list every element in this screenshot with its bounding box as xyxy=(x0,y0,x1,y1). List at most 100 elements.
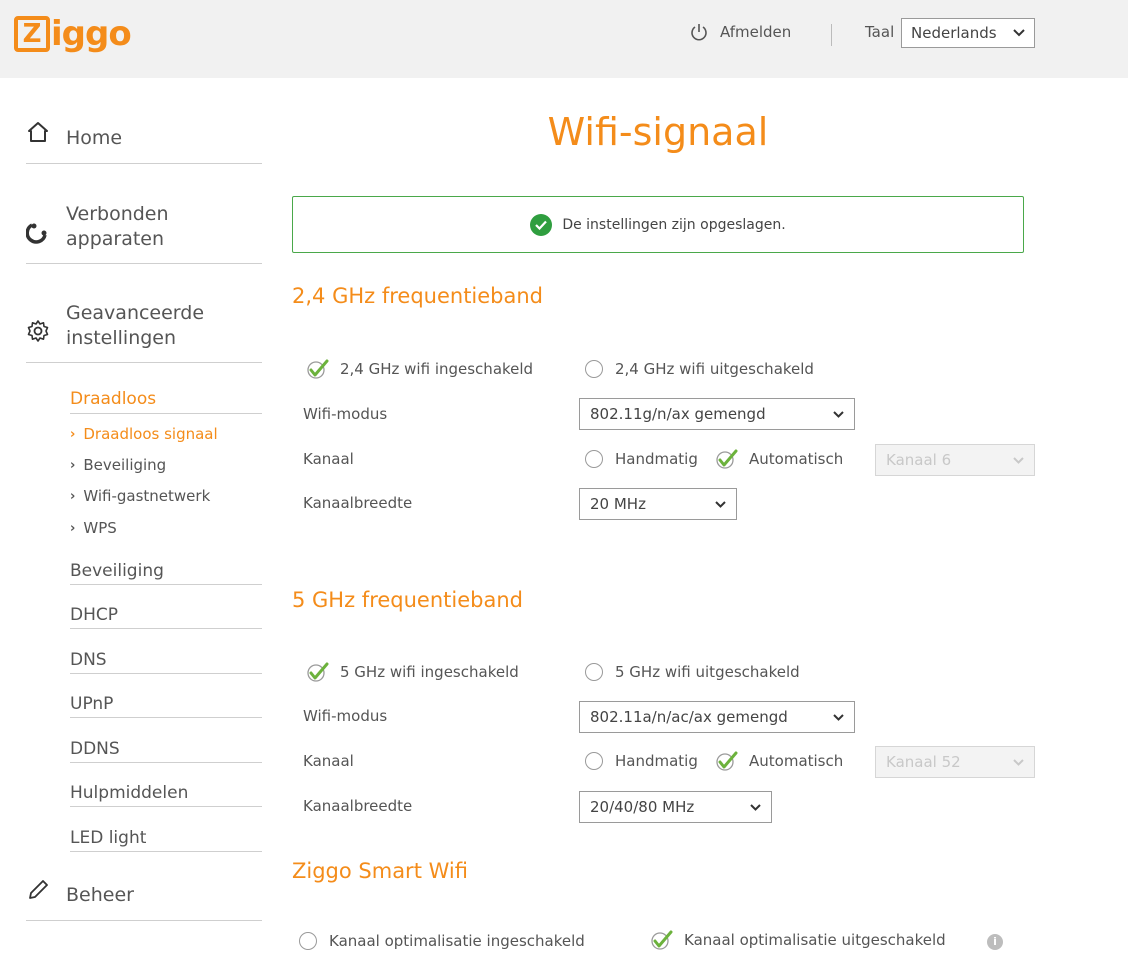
radio-circle xyxy=(585,360,603,378)
radio-channel-auto-24ghz[interactable]: Automatisch xyxy=(715,449,843,469)
page-title: Wifi-signaal xyxy=(547,110,769,154)
devices-icon xyxy=(26,223,47,244)
label-channel-width: Kanaalbreedte xyxy=(303,494,413,512)
notice-text: De instellingen zijn opgeslagen. xyxy=(562,216,786,233)
logo-mark: Z xyxy=(14,16,50,52)
label-channel-width: Kanaalbreedte xyxy=(303,797,413,815)
sidebar-item-dhcp[interactable]: DHCP xyxy=(70,605,262,629)
radio-5ghz-disabled[interactable]: 5 GHz wifi uitgeschakeld xyxy=(585,663,800,681)
sidebar-item-home[interactable]: Home xyxy=(26,118,262,164)
sidebar-item-devices[interactable]: Verbonden apparaten xyxy=(26,198,262,264)
checkmark-icon xyxy=(307,359,329,379)
chevron-right-icon: › xyxy=(70,488,76,504)
sidebar-item-label: Geavanceerde xyxy=(66,302,205,324)
chevron-down-icon xyxy=(833,410,844,418)
check-circle-icon xyxy=(530,213,553,236)
sidebar-item-label: Draadloos signaal xyxy=(83,425,218,443)
select-value: 20 MHz xyxy=(590,495,646,513)
sidebar-item-label: Verbonden xyxy=(66,203,169,225)
section-title-24ghz: 2,4 GHz frequentieband xyxy=(292,284,544,308)
sidebar-item-dns[interactable]: DNS xyxy=(70,650,262,674)
radio-5ghz-enabled[interactable]: 5 GHz wifi ingeschakeld xyxy=(306,662,519,682)
radio-24ghz-disabled[interactable]: 2,4 GHz wifi uitgeschakeld xyxy=(585,360,814,378)
radio-optimization-disabled[interactable]: Kanaal optimalisatie uitgeschakeld xyxy=(650,930,946,950)
radio-24ghz-enabled[interactable]: 2,4 GHz wifi ingeschakeld xyxy=(306,359,533,379)
chevron-down-icon xyxy=(1013,758,1024,766)
section-title-5ghz: 5 GHz frequentieband xyxy=(292,588,523,612)
sidebar-item-management[interactable]: Beheer xyxy=(26,875,262,921)
sidebar-item-wireless-security[interactable]: › Beveiliging xyxy=(70,456,166,474)
sidebar-item-ddns[interactable]: DDNS xyxy=(70,739,262,763)
radio-label: Automatisch xyxy=(749,752,844,770)
language-value: Nederlands xyxy=(911,24,997,42)
checkmark-icon xyxy=(716,751,738,771)
radio-label: 5 GHz wifi ingeschakeld xyxy=(340,663,519,681)
radio-label: Kanaal optimalisatie ingeschakeld xyxy=(329,932,585,950)
sidebar-item-wireless[interactable]: Draadloos xyxy=(70,389,262,414)
sidebar-item-led-light[interactable]: LED light xyxy=(70,828,262,852)
success-notice: De instellingen zijn opgeslagen. xyxy=(292,196,1024,253)
home-icon xyxy=(28,122,48,142)
radio-label: 2,4 GHz wifi uitgeschakeld xyxy=(615,360,814,378)
sidebar-item-label: Wifi-gastnetwerk xyxy=(83,487,211,505)
sidebar-item-wireless-signal[interactable]: › Draadloos signaal xyxy=(70,425,218,443)
radio-label: 5 GHz wifi uitgeschakeld xyxy=(615,663,800,681)
checkmark-icon xyxy=(651,930,673,950)
logout-button[interactable]: Afmelden xyxy=(690,22,791,42)
select-value: 20/40/80 MHz xyxy=(590,798,695,816)
checkmark-icon xyxy=(716,449,738,469)
section-title-smart-wifi: Ziggo Smart Wifi xyxy=(292,859,468,883)
select-value: 802.11a/n/ac/ax gemengd xyxy=(590,708,788,726)
sidebar-item-label: instellingen xyxy=(66,327,177,349)
chevron-down-icon xyxy=(750,803,761,811)
radio-channel-auto-5ghz[interactable]: Automatisch xyxy=(715,751,843,771)
label-wifi-mode: Wifi-modus xyxy=(303,405,388,423)
sidebar-item-tools[interactable]: Hulpmiddelen xyxy=(70,783,262,807)
chevron-down-icon xyxy=(1013,29,1025,37)
radio-channel-manual-24ghz[interactable]: Handmatig xyxy=(585,450,698,468)
logo-text: iggo xyxy=(51,14,132,54)
chevron-down-icon xyxy=(715,500,726,508)
chevron-down-icon xyxy=(833,713,844,721)
ziggo-logo[interactable]: Z iggo xyxy=(14,14,132,54)
sidebar-item-security[interactable]: Beveiliging xyxy=(70,561,262,585)
top-bar: Z iggo Afmelden Taal Nederlands xyxy=(0,0,1128,78)
sidebar-item-label: Home xyxy=(66,127,123,149)
sidebar-item-label: Beheer xyxy=(66,884,134,906)
divider xyxy=(831,24,832,46)
select-wifi-mode-24ghz[interactable]: 802.11g/n/ax gemengd xyxy=(579,398,855,430)
select-channel-width-5ghz[interactable]: 20/40/80 MHz xyxy=(579,791,772,823)
info-icon[interactable]: i xyxy=(987,934,1003,950)
radio-label: Handmatig xyxy=(615,752,698,770)
radio-channel-manual-5ghz[interactable]: Handmatig xyxy=(585,752,698,770)
chevron-down-icon xyxy=(1013,456,1024,464)
sidebar-item-guest-network[interactable]: › Wifi-gastnetwerk xyxy=(70,487,210,505)
label-channel: Kanaal xyxy=(303,450,354,468)
label-wifi-mode: Wifi-modus xyxy=(303,707,388,725)
sidebar-item-wps[interactable]: › WPS xyxy=(70,519,117,537)
sidebar-item-advanced[interactable]: Geavanceerde instellingen xyxy=(26,298,262,363)
sidebar-item-label: WPS xyxy=(83,519,117,537)
radio-label: Automatisch xyxy=(749,450,844,468)
pencil-icon xyxy=(29,880,48,899)
radio-circle xyxy=(585,450,603,468)
sidebar-item-label: Beveiliging xyxy=(83,456,167,474)
label-channel: Kanaal xyxy=(303,752,354,770)
logout-label: Afmelden xyxy=(720,23,792,41)
power-icon xyxy=(691,24,707,41)
select-wifi-mode-5ghz[interactable]: 802.11a/n/ac/ax gemengd xyxy=(579,701,855,733)
sidebar-item-upnp[interactable]: UPnP xyxy=(70,694,262,718)
select-value: Kanaal 52 xyxy=(886,753,961,771)
language-select[interactable]: Nederlands xyxy=(901,18,1035,48)
sidebar-item-label: apparaten xyxy=(66,228,165,250)
select-value: Kanaal 6 xyxy=(886,451,952,469)
chevron-right-icon: › xyxy=(70,457,76,473)
radio-optimization-enabled[interactable]: Kanaal optimalisatie ingeschakeld xyxy=(299,932,585,950)
select-channel-5ghz[interactable]: Kanaal 52 xyxy=(875,746,1035,778)
language-label: Taal xyxy=(865,23,895,41)
select-channel-width-24ghz[interactable]: 20 MHz xyxy=(579,488,737,520)
checkmark-icon xyxy=(307,662,329,682)
radio-circle xyxy=(585,752,603,770)
select-channel-24ghz[interactable]: Kanaal 6 xyxy=(875,444,1035,476)
radio-label: 2,4 GHz wifi ingeschakeld xyxy=(340,360,534,378)
